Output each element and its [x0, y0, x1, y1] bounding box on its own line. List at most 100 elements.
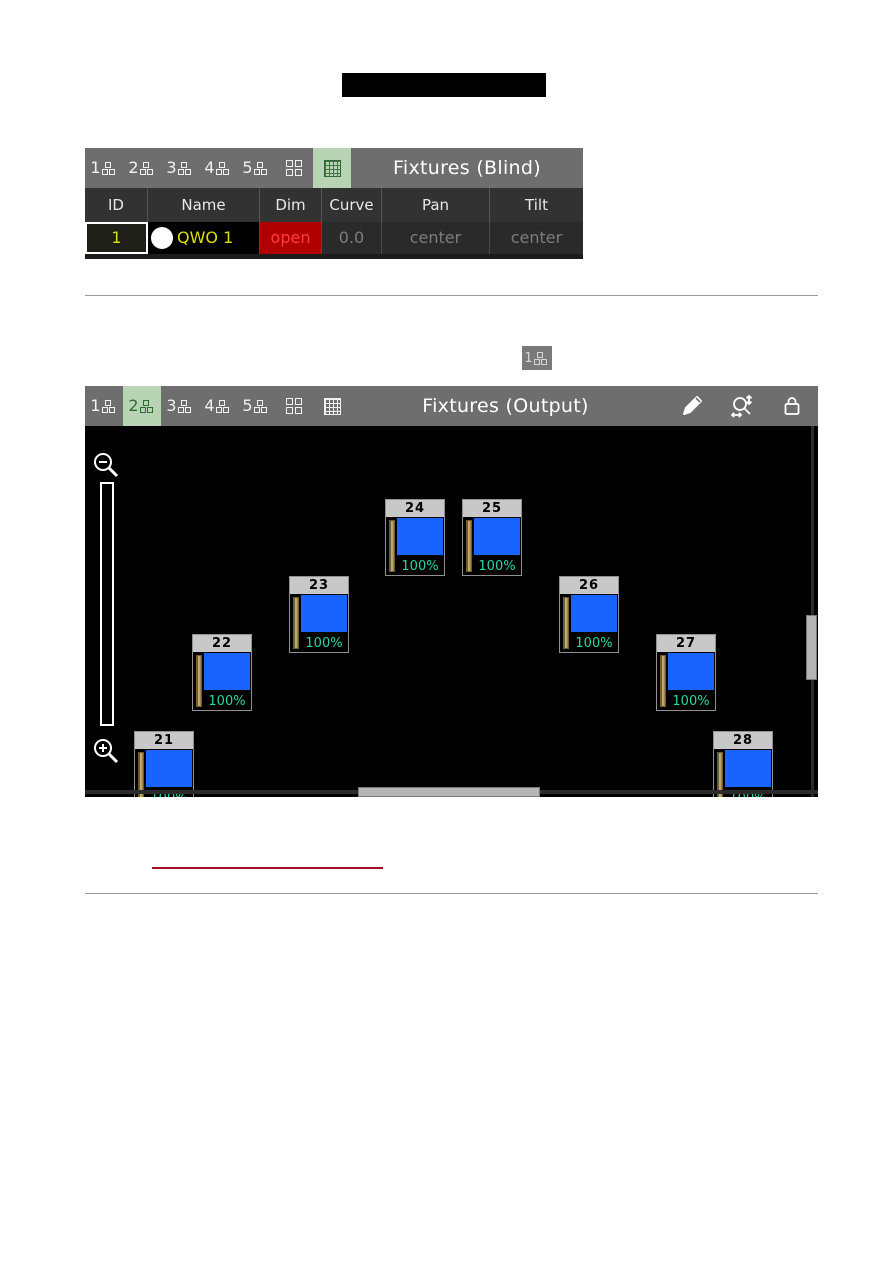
output-layout-grid-button[interactable]: [313, 386, 351, 426]
edit-pencil-icon[interactable]: [680, 394, 704, 418]
output-layout-quad-button[interactable]: [275, 386, 313, 426]
page-divider-top: [85, 295, 818, 296]
output-view-button-5[interactable]: 5: [237, 386, 275, 426]
output-view-button-3-label: 3: [166, 396, 177, 415]
fixture-level: 100%: [478, 559, 516, 574]
output-view-button-4-label: 4: [204, 396, 215, 415]
fixture-body: 100%: [290, 594, 348, 652]
fixture-fader[interactable]: [389, 520, 395, 572]
fixture-level: 100%: [401, 559, 439, 574]
layout-quad-icon: [286, 160, 302, 176]
view-button-4-label: 4: [204, 158, 215, 177]
cell-id[interactable]: 1: [85, 222, 148, 254]
output-view-button-2-label: 2: [128, 396, 139, 415]
output-view-button-5-label: 5: [242, 396, 253, 415]
fixture-id: 28: [714, 732, 772, 749]
cell-pan[interactable]: center: [382, 222, 490, 254]
output-view-button-3[interactable]: 3: [161, 386, 199, 426]
fixture-item[interactable]: 28 100%: [713, 731, 773, 797]
fixture-fader[interactable]: [660, 655, 666, 707]
fixture-id: 25: [463, 500, 521, 517]
view-button-2[interactable]: 2: [123, 148, 161, 188]
fixture-item[interactable]: 27 100%: [656, 634, 716, 711]
fixtures-blind-table: ID Name Dim Curve Pan Tilt 1 QWO 1 open …: [85, 188, 583, 254]
view-button-1-label: 1: [90, 158, 101, 177]
layout-tree-icon: [215, 161, 232, 175]
floating-layout-button[interactable]: 1: [522, 346, 552, 370]
fixture-item[interactable]: 24 100%: [385, 499, 445, 576]
view-button-1[interactable]: 1: [85, 148, 123, 188]
fixture-id: 22: [193, 635, 251, 652]
view-button-3[interactable]: 3: [161, 148, 199, 188]
zoom-slider-control[interactable]: [91, 440, 125, 776]
fixture-item[interactable]: 25 100%: [462, 499, 522, 576]
output-view-button-4[interactable]: 4: [199, 386, 237, 426]
output-panel-title: Fixtures (Output): [422, 395, 589, 417]
cell-dim[interactable]: open: [260, 222, 322, 254]
cell-name-label: QWO 1: [177, 228, 234, 247]
horizontal-scrollbar-thumb[interactable]: [358, 787, 540, 797]
table-row[interactable]: 1 QWO 1 open 0.0 center center: [85, 222, 583, 254]
cell-tilt[interactable]: center: [490, 222, 583, 254]
cell-curve[interactable]: 0.0: [322, 222, 382, 254]
layout-tree-icon: [139, 161, 156, 175]
layout-quad-button[interactable]: [275, 148, 313, 188]
lock-icon[interactable]: [780, 394, 804, 418]
view-button-2-label: 2: [128, 158, 139, 177]
column-header-id[interactable]: ID: [85, 188, 148, 222]
page-divider-bottom: [85, 893, 818, 894]
layout-tree-icon: [533, 351, 550, 365]
view-button-3-label: 3: [166, 158, 177, 177]
fixture-body: 100%: [386, 517, 444, 575]
fixture-color-swatch: [571, 595, 617, 632]
layout-grid-button[interactable]: [313, 148, 351, 188]
view-button-5[interactable]: 5: [237, 148, 275, 188]
column-header-dim[interactable]: Dim: [260, 188, 322, 222]
layout-tree-icon: [253, 399, 270, 413]
view-button-4[interactable]: 4: [199, 148, 237, 188]
fixture-item[interactable]: 21 100%: [134, 731, 194, 797]
output-toolbar-actions: [680, 394, 818, 418]
column-header-tilt[interactable]: Tilt: [490, 188, 583, 222]
layout-tree-icon: [253, 161, 270, 175]
fixture-item[interactable]: 26 100%: [559, 576, 619, 653]
column-header-name[interactable]: Name: [148, 188, 260, 222]
layout-quad-icon: [286, 398, 302, 414]
layout-tree-icon: [101, 399, 118, 413]
view-button-5-label: 5: [242, 158, 253, 177]
zoom-out-icon[interactable]: [91, 450, 121, 480]
fixture-fader[interactable]: [466, 520, 472, 572]
fixture-color-swatch: [725, 750, 771, 787]
output-view-button-1[interactable]: 1: [85, 386, 123, 426]
output-canvas[interactable]: 21 100% 22 100% 23 100% 24: [85, 426, 818, 797]
fixture-color-swatch: [474, 518, 520, 555]
blind-toolbar: 1 2 3 4 5 Fixtures (Blind): [85, 148, 583, 188]
fixture-color-swatch: [397, 518, 443, 555]
fixture-item[interactable]: 22 100%: [192, 634, 252, 711]
layout-grid-icon: [323, 159, 341, 177]
output-view-button-2[interactable]: 2: [123, 386, 161, 426]
fixture-item[interactable]: 23 100%: [289, 576, 349, 653]
vertical-scrollbar-track[interactable]: [811, 426, 814, 797]
layout-grid-icon: [323, 397, 341, 415]
fixture-body: 100%: [657, 652, 715, 710]
cell-name[interactable]: QWO 1: [148, 222, 260, 254]
output-view-button-1-label: 1: [90, 396, 101, 415]
zoom-fit-icon[interactable]: [730, 394, 754, 418]
fixture-id: 23: [290, 577, 348, 594]
fixture-color-swatch: [146, 750, 192, 787]
fixture-fader[interactable]: [563, 597, 569, 649]
column-header-curve[interactable]: Curve: [322, 188, 382, 222]
fixture-fader[interactable]: [293, 597, 299, 649]
layout-tree-icon: [177, 399, 194, 413]
zoom-in-icon[interactable]: [91, 736, 121, 766]
fixture-level: 100%: [208, 694, 246, 709]
floating-layout-label: 1: [524, 350, 533, 366]
fixture-id: 24: [386, 500, 444, 517]
zoom-slider-track[interactable]: [100, 482, 114, 726]
fixture-id: 26: [560, 577, 618, 594]
fixture-color-swatch: [301, 595, 347, 632]
vertical-scrollbar-thumb[interactable]: [806, 615, 817, 680]
fixture-fader[interactable]: [196, 655, 202, 707]
column-header-pan[interactable]: Pan: [382, 188, 490, 222]
